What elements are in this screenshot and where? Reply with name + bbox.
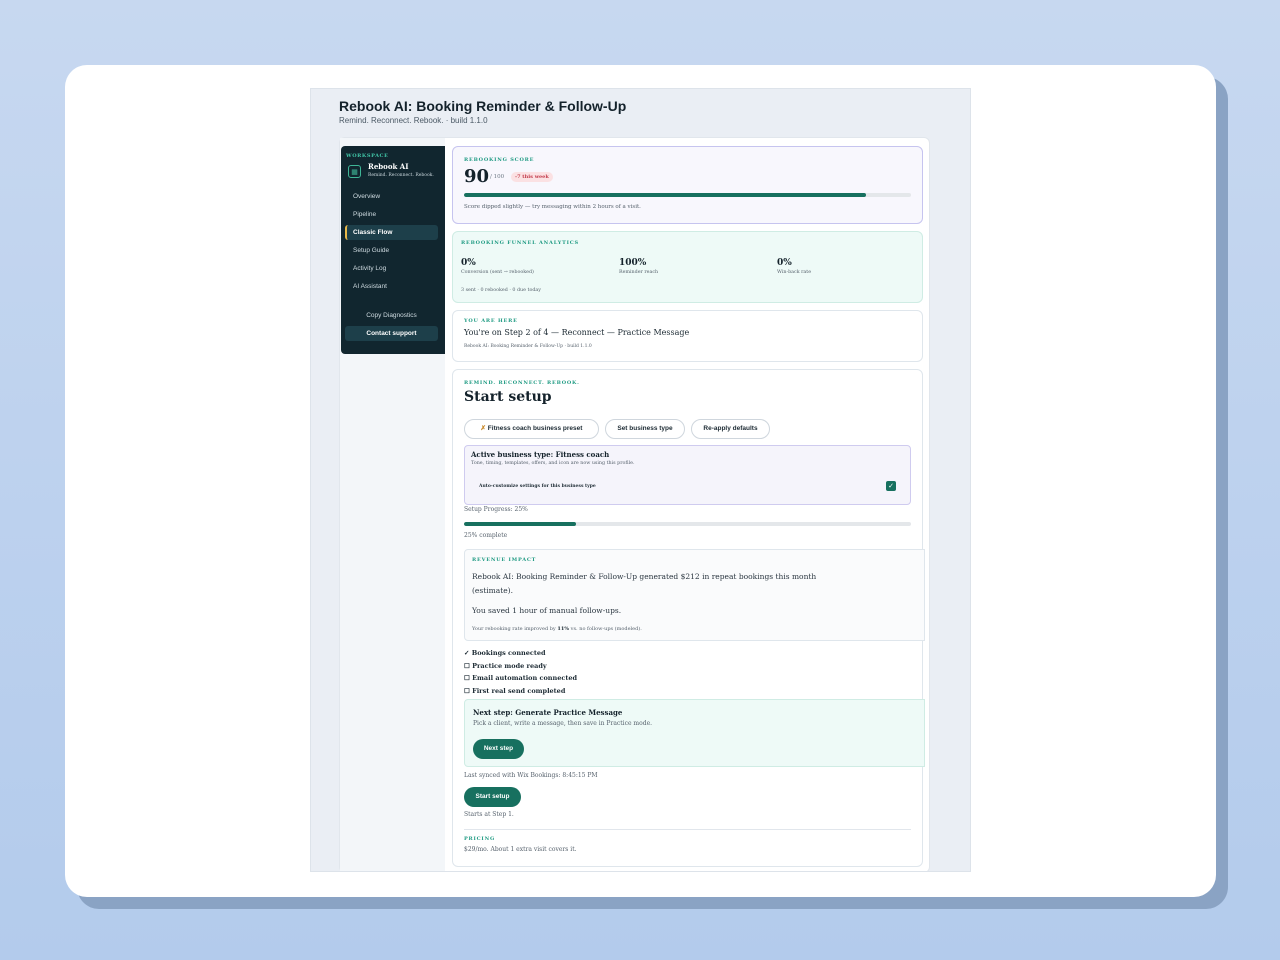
workspace-tagline: Remind. Reconnect. Rebook. (368, 173, 434, 178)
setup-progress-fill (464, 522, 576, 526)
pricing-label: PRICING (464, 836, 496, 842)
checklist-item: ☐ Practice mode ready (464, 661, 547, 670)
auto-customize-label: Auto-customize settings for this busines… (479, 484, 596, 489)
setup-progress-complete: 25% complete (464, 532, 508, 539)
score-label: REBOOKING SCORE (464, 157, 535, 163)
sidebar-item-setup-guide[interactable]: Setup Guide (345, 243, 438, 258)
window-frame: Rebook AI: Booking Reminder & Follow-Up … (65, 65, 1216, 897)
metric-winback-label: Win-back rate (777, 270, 812, 275)
revenue-line-1: Rebook AI: Booking Reminder & Follow-Up … (472, 572, 817, 581)
app-page: Rebook AI: Booking Reminder & Follow-Up … (310, 88, 971, 872)
fitness-preset-button[interactable]: ✗ Fitness coach business preset (464, 419, 599, 439)
business-type-title: Active business type: Fitness coach (471, 450, 610, 459)
current-step-subtitle: Rebook AI: Booking Reminder & Follow-Up … (464, 344, 592, 349)
revenue-line-3: Your rebooking rate improved by 11% vs. … (472, 626, 642, 632)
sidebar-item-activity-log[interactable]: Activity Log (345, 261, 438, 276)
dumbbell-icon: ✗ (480, 425, 486, 432)
score-max: / 100 (490, 174, 505, 180)
revenue-line-2: You saved 1 hour of manual follow-ups. (472, 606, 622, 615)
metric-reach-value: 100% (619, 258, 647, 268)
score-progress-fill (464, 193, 867, 197)
score-note: Score dipped slightly — try messaging wi… (464, 204, 641, 210)
sidebar-item-pipeline[interactable]: Pipeline (345, 207, 438, 222)
app-subtitle: Remind. Reconnect. Rebook. · build 1.1.0 (339, 116, 488, 125)
sidebar: WORKSPACE ▦ Rebook AI Remind. Reconnect.… (341, 146, 445, 354)
starts-at-note: Starts at Step 1. (464, 811, 514, 818)
metric-reach-label: Reminder reach (619, 270, 659, 275)
workspace-label: WORKSPACE (346, 153, 389, 159)
revenue-line-3-pre: Your rebooking rate improved by (472, 626, 558, 632)
pricing-text: $29/mo. About 1 extra visit covers it. (464, 846, 577, 853)
set-business-type-button[interactable]: Set business type (605, 419, 685, 439)
app-shell: WORKSPACE ▦ Rebook AI Remind. Reconnect.… (339, 137, 930, 871)
business-type-panel: Active business type: Fitness coach Tone… (464, 445, 911, 505)
funnel-analytics-card: REBOOKING FUNNEL ANALYTICS 0% Conversion… (452, 231, 923, 303)
copy-diagnostics-button[interactable]: Copy Diagnostics (345, 308, 438, 323)
setup-card: REMIND. RECONNECT. REBOOK. Start setup ✗… (452, 369, 925, 867)
sidebar-item-overview[interactable]: Overview (345, 189, 438, 204)
divider (464, 829, 911, 830)
last-synced: Last synced with Wix Bookings: 8:45:15 P… (464, 772, 598, 779)
contact-support-button[interactable]: Contact support (345, 326, 438, 341)
setup-progress-bar (464, 522, 911, 526)
funnel-footer: 3 sent · 0 rebooked · 0 due today (461, 288, 541, 293)
workspace-name: Rebook AI (368, 162, 409, 171)
metric-winback-value: 0% (777, 258, 792, 268)
start-setup-button[interactable]: Start setup (464, 787, 521, 807)
metric-conversion-value: 0% (461, 258, 476, 268)
revenue-label: REVENUE IMPACT (472, 557, 537, 563)
sidebar-item-classic-flow[interactable]: Classic Flow (345, 225, 438, 240)
setup-title: Start setup (464, 389, 552, 405)
app-title: Rebook AI: Booking Reminder & Follow-Up (339, 98, 627, 114)
calendar-icon: ▦ (348, 165, 361, 178)
auto-customize-checkbox[interactable]: ✓ (886, 481, 896, 491)
sidebar-item-ai-assistant[interactable]: AI Assistant (345, 279, 438, 294)
reapply-defaults-button[interactable]: Re-apply defaults (691, 419, 770, 439)
here-label: YOU ARE HERE (464, 318, 518, 324)
fitness-preset-label: Fitness coach business preset (487, 425, 583, 432)
checklist-item: ☐ Email automation connected (464, 674, 578, 682)
metric-conversion-label: Conversion (sent → rebooked) (461, 270, 534, 275)
business-type-subtitle: Tone, timing, templates, offers, and ico… (471, 461, 635, 466)
setup-checklist: ✓ Bookings connected ☐ Practice mode rea… (464, 647, 577, 697)
setup-progress-label: Setup Progress: 25% (464, 506, 528, 513)
score-trend-badge: -7 this week (511, 172, 553, 182)
current-step-title: You're on Step 2 of 4 — Reconnect — Prac… (464, 328, 690, 337)
revenue-improvement: 11% (557, 626, 570, 632)
next-step-subtitle: Pick a client, write a message, then sav… (473, 720, 653, 727)
next-step-panel: Next step: Generate Practice Message Pic… (464, 699, 925, 767)
funnel-label: REBOOKING FUNNEL ANALYTICS (461, 240, 579, 246)
revenue-line-3-post: vs. no follow-ups (modeled). (569, 626, 642, 632)
rebooking-score-card: REBOOKING SCORE 90 / 100 -7 this week Sc… (452, 146, 923, 224)
checklist-item: ☐ First real send completed (464, 686, 566, 695)
next-step-button[interactable]: Next step (473, 739, 524, 759)
score-progress-bar (464, 193, 911, 197)
next-step-title: Next step: Generate Practice Message (473, 708, 623, 717)
revenue-impact-panel: REVENUE IMPACT Rebook AI: Booking Remind… (464, 549, 925, 641)
checklist-item: ✓ Bookings connected (464, 649, 546, 657)
you-are-here-card: YOU ARE HERE You're on Step 2 of 4 — Rec… (452, 310, 923, 362)
revenue-line-1b: (estimate). (472, 586, 513, 595)
setup-eyebrow: REMIND. RECONNECT. REBOOK. (464, 380, 580, 386)
score-value: 90 (464, 166, 490, 187)
